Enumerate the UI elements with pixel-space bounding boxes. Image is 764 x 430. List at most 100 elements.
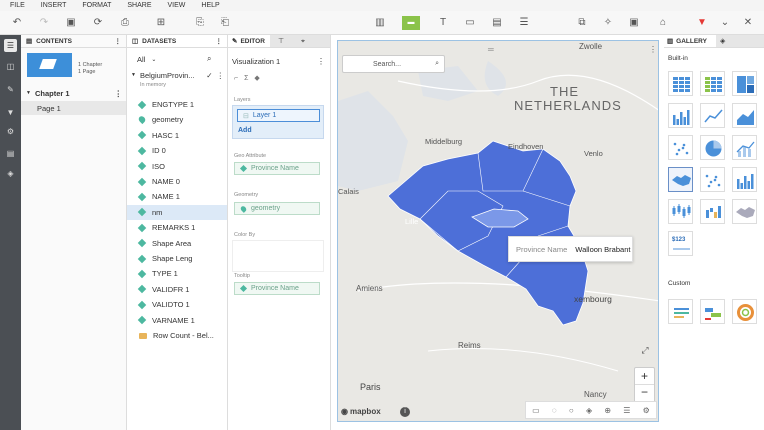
dataset-row[interactable]: ▼ BelgiumProvin... ✓ ⋮ <box>127 70 227 80</box>
layer-item[interactable]: ⊟ Layer 1 <box>237 109 320 122</box>
settings-icon[interactable]: ⚙ <box>643 406 650 415</box>
tab-editor[interactable]: ✎ EDITOR <box>228 35 270 47</box>
expand-chevron-icon[interactable]: ▼ <box>26 90 31 96</box>
chapter-more-icon[interactable]: ⋮ <box>115 89 123 98</box>
field-item[interactable]: Shape Area <box>127 236 227 251</box>
menu-share[interactable]: SHARE <box>127 2 151 9</box>
tab-layers-gallery[interactable]: ◈ <box>716 35 764 47</box>
custom-donut-tile[interactable] <box>732 299 757 324</box>
analytics-icon[interactable]: ▤ <box>4 147 17 160</box>
tab-gallery[interactable]: ▥ GALLERY <box>664 35 716 47</box>
redo-icon[interactable]: ↷ <box>37 16 51 30</box>
page-row[interactable]: Page 1 <box>21 101 126 115</box>
datasets-icon[interactable]: ◫ <box>4 60 17 73</box>
field-item[interactable]: geometry <box>127 112 227 127</box>
field-item[interactable]: ISO <box>127 159 227 174</box>
custom-timeline-tile[interactable] <box>700 299 725 324</box>
gallery-line-tile[interactable] <box>700 103 725 128</box>
gallery-waterfall-tile[interactable] <box>700 199 725 224</box>
contents-more-icon[interactable]: ⋮ <box>115 37 122 45</box>
gallery-point-tile[interactable] <box>700 167 725 192</box>
collapse-icon[interactable]: ⌄ <box>718 16 732 30</box>
geo-attribute-field[interactable]: Province Name <box>234 162 320 175</box>
contents-icon[interactable]: ☰ <box>4 39 17 52</box>
zoom-in-button[interactable]: + <box>635 368 654 385</box>
add-layer-button[interactable]: Add <box>238 127 252 134</box>
field-item[interactable]: ENGTYPE 1 <box>127 97 227 112</box>
gallery-map-tile[interactable] <box>668 167 693 192</box>
menu-view[interactable]: VIEW <box>168 2 186 9</box>
menu-file[interactable]: FILE <box>10 2 25 9</box>
close-icon[interactable]: ✕ <box>741 16 755 30</box>
map-more-icon[interactable]: ⋮ <box>649 45 657 54</box>
circle-select-icon[interactable]: ○ <box>569 406 574 415</box>
tab-properties[interactable]: ⊤ <box>270 35 292 47</box>
filter-icon[interactable]: ▼ <box>4 106 17 119</box>
gallery-scatter-tile[interactable] <box>668 135 693 160</box>
add-filter-icon[interactable]: ▬ <box>402 16 420 30</box>
field-item[interactable]: VALIDFR 1 <box>127 282 227 297</box>
gallery-worldmap-tile[interactable] <box>732 199 757 224</box>
save-icon[interactable]: ▣ <box>64 16 78 30</box>
chapter-row[interactable]: ▼ Chapter 1 ⋮ <box>21 87 126 99</box>
gallery-crosstab-tile[interactable] <box>700 71 725 96</box>
add-image-icon[interactable]: ▭ <box>463 16 477 30</box>
dataset-more-icon[interactable]: ⋮ <box>217 71 225 80</box>
duplicate-page-icon[interactable]: ⎗ <box>218 16 232 30</box>
gallery-boxplot-tile[interactable] <box>668 199 693 224</box>
field-item[interactable]: VALIDTO 1 <box>127 297 227 312</box>
geometry-field[interactable]: geometry <box>234 202 320 215</box>
undo-icon[interactable]: ↶ <box>10 16 24 30</box>
color-by-dropzone[interactable] <box>232 240 324 272</box>
field-item[interactable]: REMARKS 1 <box>127 220 227 235</box>
settings-icon[interactable]: ⚙ <box>4 125 17 138</box>
map-visualization[interactable]: Search... ⌕ ═ ⋮ THE NETHERLANDS Zwolle M… <box>337 40 659 422</box>
auto-layout-icon[interactable]: ✧ <box>601 16 615 30</box>
export-icon[interactable]: ⎙ <box>118 16 132 30</box>
add-dataset-icon[interactable]: ⊞ <box>154 16 168 30</box>
zoom-out-button[interactable]: − <box>635 385 654 402</box>
visualization-name[interactable]: Visualization 1 <box>232 57 280 66</box>
fit-page-icon[interactable]: ▣ <box>627 16 641 30</box>
field-item[interactable]: HASC 1 <box>127 128 227 143</box>
arrange-icon[interactable]: ⧉ <box>575 16 589 30</box>
tooltip-field[interactable]: Province Name <box>234 282 320 295</box>
dataset-expand-icon[interactable]: ▼ <box>131 72 136 78</box>
field-item[interactable]: NAME 0 <box>127 174 227 189</box>
legend-icon[interactable]: ☰ <box>623 406 630 415</box>
field-item[interactable]: NAME 1 <box>127 189 227 204</box>
add-html-icon[interactable]: ▤ <box>490 16 504 30</box>
gallery-kpi-tile[interactable]: $123 <box>668 231 693 256</box>
datasets-more-icon[interactable]: ⋮ <box>216 37 223 45</box>
field-item[interactable]: Shape Leng <box>127 251 227 266</box>
field-item[interactable]: nm <box>127 204 227 220</box>
menu-help[interactable]: HELP <box>201 2 219 9</box>
add-chart-icon[interactable]: ▥ <box>373 16 387 30</box>
chapter-thumbnail[interactable] <box>27 53 72 77</box>
gallery-pie-tile[interactable] <box>700 135 725 160</box>
viz-tool-icons[interactable]: ⌐Σ◆ <box>234 74 266 82</box>
field-item[interactable]: TYPE 1 <box>127 266 227 281</box>
add-text-icon[interactable]: T <box>436 16 450 30</box>
field-item[interactable]: Row Count - Bel... <box>127 328 227 343</box>
layers-icon[interactable]: ◈ <box>4 167 17 180</box>
custom-kpi-tile[interactable] <box>668 299 693 324</box>
globe-icon[interactable]: ⊕ <box>604 406 611 415</box>
new-page-icon[interactable]: ⎘ <box>193 16 207 30</box>
notification-icon[interactable]: ▼ <box>695 16 709 30</box>
search-icon[interactable]: ⌕ <box>207 54 211 64</box>
tab-filters[interactable]: ⌖ <box>292 35 314 47</box>
fullscreen-icon[interactable]: ⤢ <box>635 345 655 359</box>
map-drag-handle[interactable]: ═ <box>488 45 494 54</box>
viz-more-icon[interactable]: ⋮ <box>317 57 325 66</box>
gallery-combo-tile[interactable] <box>732 135 757 160</box>
dataset-filter-select[interactable]: All ⌄ <box>137 54 172 65</box>
field-item[interactable]: ID 0 <box>127 143 227 158</box>
gallery-table-tile[interactable] <box>668 71 693 96</box>
gallery-bar-tile[interactable] <box>668 103 693 128</box>
more-insert-icon[interactable]: ☰ <box>517 16 531 30</box>
refresh-icon[interactable]: ⟳ <box>91 16 105 30</box>
gallery-treemap-tile[interactable] <box>732 71 757 96</box>
editor-icon[interactable]: ✎ <box>4 83 17 96</box>
menu-format[interactable]: FORMAT <box>82 2 111 9</box>
